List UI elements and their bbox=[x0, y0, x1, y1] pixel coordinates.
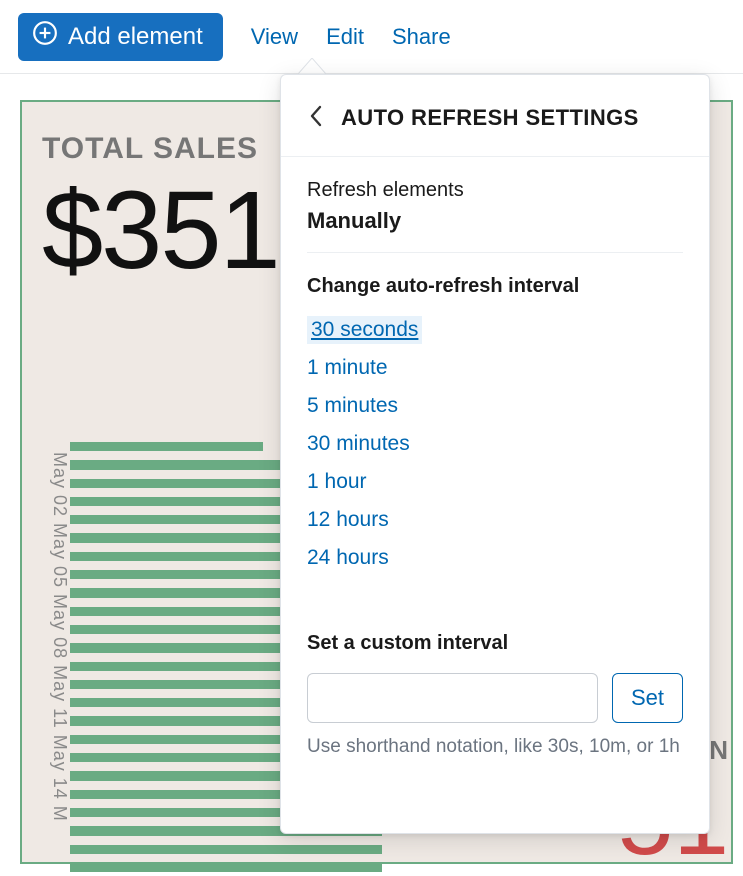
popover-pointer-icon bbox=[298, 58, 326, 74]
divider bbox=[307, 252, 683, 253]
interval-option[interactable]: 30 seconds bbox=[307, 316, 422, 344]
interval-option[interactable]: 30 minutes bbox=[307, 430, 410, 458]
interval-option[interactable]: 12 hours bbox=[307, 506, 389, 534]
refresh-elements-label: Refresh elements bbox=[307, 179, 683, 202]
chart-bar bbox=[70, 479, 288, 488]
add-element-button[interactable]: Add element bbox=[18, 13, 223, 61]
refresh-mode-value: Manually bbox=[307, 208, 683, 234]
chart-y-axis: May 02 May 05 May 08 May 11 May 14 M bbox=[42, 412, 70, 872]
chart-bar bbox=[70, 515, 313, 524]
auto-refresh-settings-popover: AUTO REFRESH SETTINGS Refresh elements M… bbox=[280, 74, 710, 834]
interval-option[interactable]: 24 hours bbox=[307, 544, 389, 572]
popover-title: AUTO REFRESH SETTINGS bbox=[341, 105, 639, 131]
chart-bar bbox=[70, 460, 282, 469]
custom-interval-hint: Use shorthand notation, like 30s, 10m, o… bbox=[307, 733, 683, 762]
nav-view[interactable]: View bbox=[251, 24, 298, 50]
chart-bar bbox=[70, 442, 263, 451]
interval-list: 30 seconds 1 minute 5 minutes 30 minutes 1 h… bbox=[307, 316, 683, 572]
interval-option[interactable]: 1 hour bbox=[307, 468, 367, 496]
back-button[interactable] bbox=[305, 101, 327, 134]
nav-edit[interactable]: Edit bbox=[326, 24, 364, 50]
chevron-left-icon bbox=[309, 115, 323, 130]
nav-share[interactable]: Share bbox=[392, 24, 451, 50]
add-element-label: Add element bbox=[68, 23, 203, 51]
interval-option[interactable]: 1 minute bbox=[307, 354, 388, 382]
plus-circle-icon bbox=[32, 20, 58, 53]
custom-interval-label: Set a custom interval bbox=[307, 632, 683, 655]
topbar: Add element View Edit Share bbox=[0, 0, 743, 74]
chart-bar bbox=[70, 845, 382, 854]
set-button[interactable]: Set bbox=[612, 673, 683, 723]
chart-bar bbox=[70, 863, 382, 872]
custom-interval-input[interactable] bbox=[307, 673, 598, 723]
popover-header: AUTO REFRESH SETTINGS bbox=[281, 75, 709, 157]
change-interval-label: Change auto-refresh interval bbox=[307, 275, 683, 298]
chart-bar bbox=[70, 497, 307, 506]
interval-option[interactable]: 5 minutes bbox=[307, 392, 398, 420]
